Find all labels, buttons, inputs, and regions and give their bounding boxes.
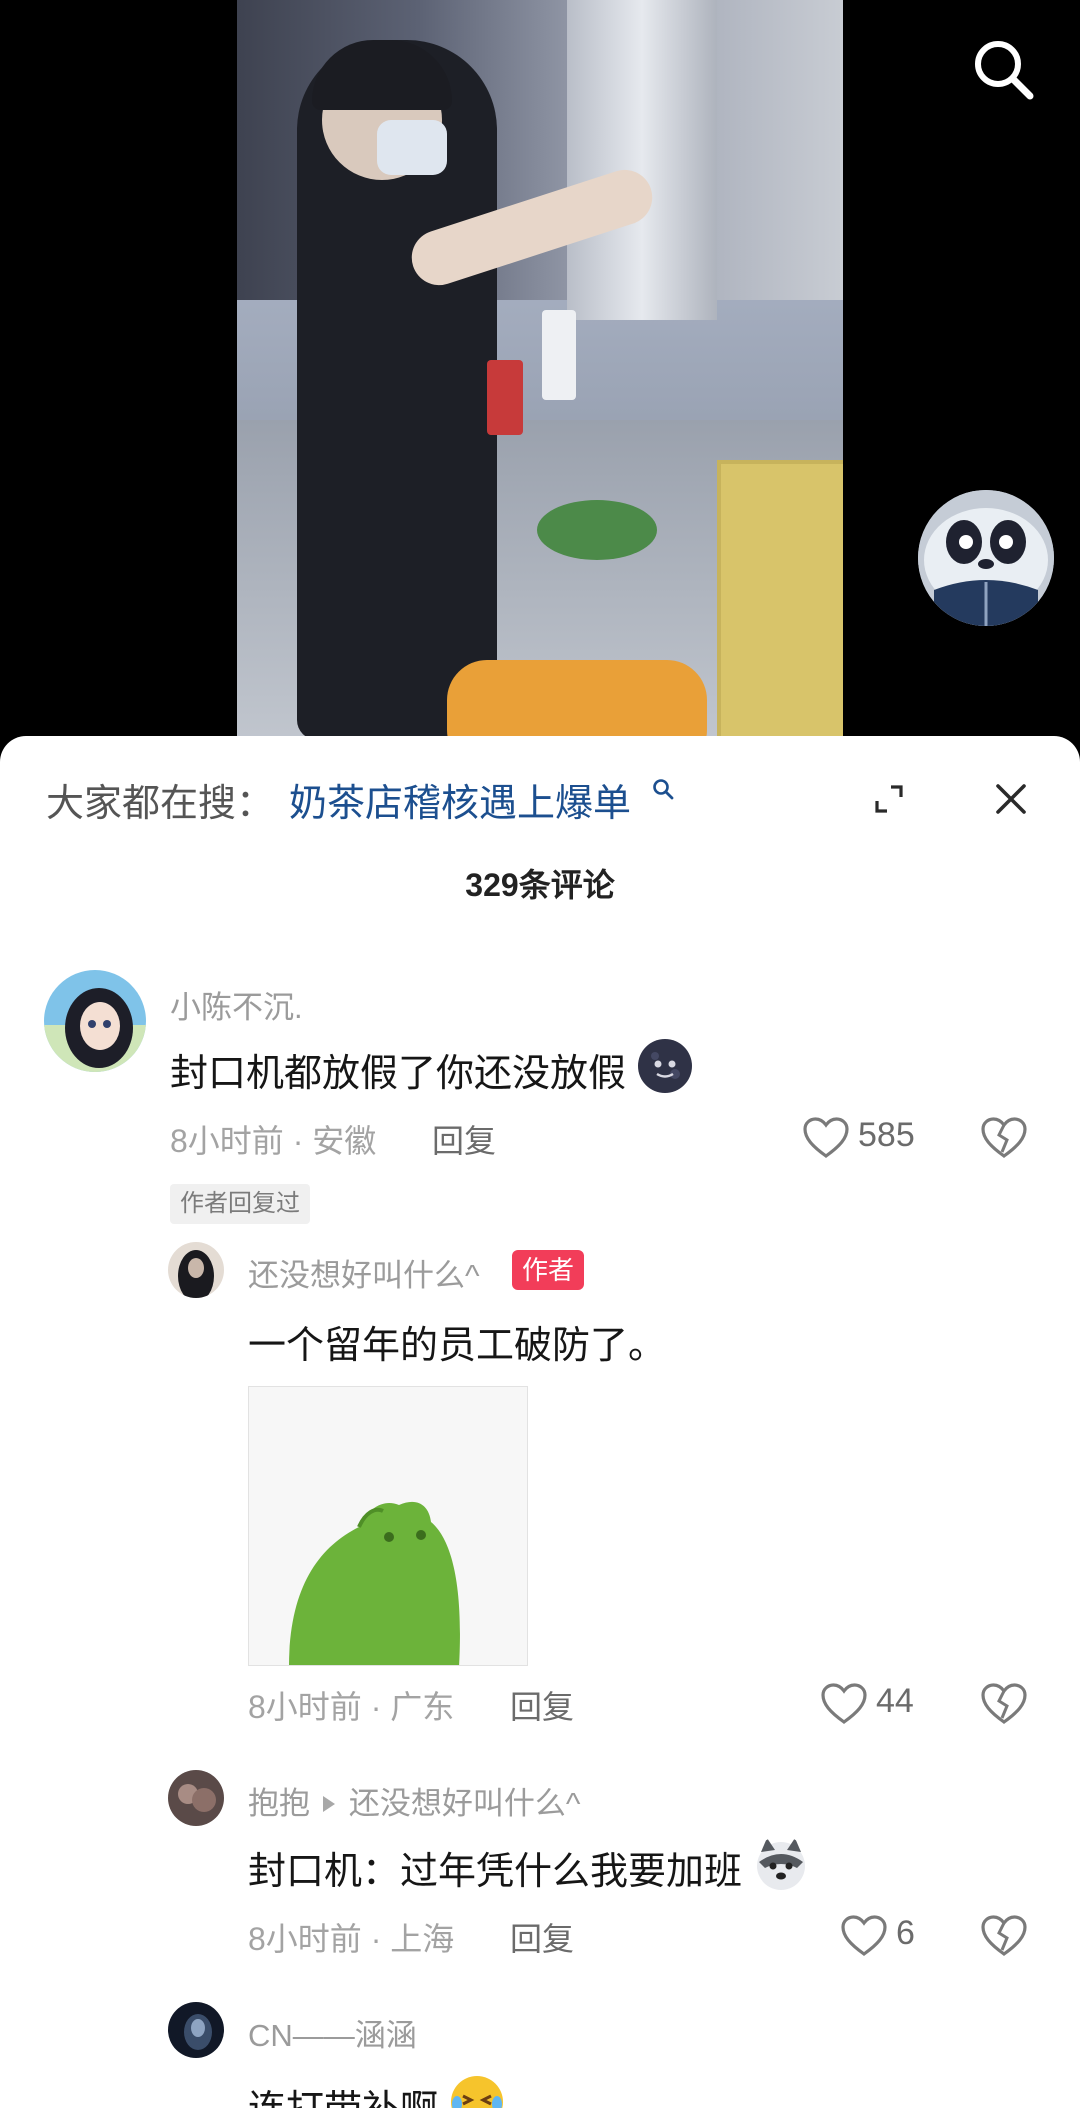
avatar[interactable] <box>44 970 146 1072</box>
comment-text: 封口机都放假了你还没放假 <box>170 1038 693 1097</box>
author-replied-badge: 作者回复过 <box>170 1184 310 1224</box>
dislike-icon[interactable] <box>980 1682 1028 1726</box>
expand-icon[interactable] <box>868 778 910 820</box>
moon-emoji-icon <box>637 1039 692 1093</box>
heart-icon[interactable] <box>802 1116 850 1160</box>
heart-icon[interactable] <box>820 1682 868 1726</box>
hot-search-prefix: 大家都在搜： <box>46 783 275 825</box>
author-badge: 作者 <box>512 1250 585 1290</box>
reply-header: 抱抱 还没想好叫什么^ <box>248 1778 580 1823</box>
video-player[interactable] <box>237 0 843 760</box>
video-tray <box>717 460 843 760</box>
comment-sheet: 大家都在搜： 奶茶店稽核遇上爆单 329条评论 小陈不沉. 封口机都放假了你还没… <box>0 736 1080 2108</box>
like-count: 44 <box>876 1682 914 1720</box>
search-icon[interactable] <box>968 34 1038 104</box>
comment-meta: 8小时前 · 安徽 <box>170 1123 377 1159</box>
search-icon <box>653 779 674 800</box>
frog-sticker-image[interactable] <box>248 1386 528 1666</box>
reply-username[interactable]: CN——涵涵 <box>248 2010 417 2055</box>
video-mask <box>377 120 447 175</box>
dislike-icon[interactable] <box>980 1914 1028 1958</box>
reply-meta: 8小时前 · 上海 <box>248 1921 455 1957</box>
reply-to-username[interactable]: 还没想好叫什么^ <box>349 1786 581 1821</box>
laughing-emoji-icon <box>450 2076 503 2108</box>
reply-text-content: 连打带补啊 <box>248 2089 438 2108</box>
close-icon[interactable] <box>990 778 1032 820</box>
video-cup-red <box>487 360 523 435</box>
reply-username[interactable]: 还没想好叫什么^ <box>248 1250 480 1295</box>
avatar[interactable] <box>168 1242 224 1298</box>
comment-text-content: 封口机都放假了你还没放假 <box>170 1053 627 1095</box>
avatar[interactable] <box>168 2002 224 2058</box>
app-root: 大家都在搜： 奶茶店稽核遇上爆单 329条评论 小陈不沉. 封口机都放假了你还没… <box>0 0 1080 2108</box>
play-arrow-icon <box>323 1796 336 1812</box>
reply-text: 封口机：过年凭什么我要加班 <box>248 1836 809 1895</box>
reply-username[interactable]: 抱抱 <box>248 1786 310 1821</box>
reply-button[interactable]: 回复 <box>510 1914 574 1960</box>
reply-button[interactable]: 回复 <box>432 1116 496 1162</box>
reply-meta: 8小时前 · 广东 <box>248 1689 455 1725</box>
comment-username[interactable]: 小陈不沉. <box>170 982 303 1027</box>
avatar[interactable] <box>168 1770 224 1826</box>
comment-count: 329条评论 <box>465 867 615 903</box>
like-count: 585 <box>858 1116 915 1154</box>
dislike-icon[interactable] <box>980 1116 1028 1160</box>
reply-text: 连打带补啊 <box>248 2074 505 2108</box>
video-cup <box>542 310 576 400</box>
heart-icon[interactable] <box>840 1914 888 1958</box>
panda-avatar-icon[interactable] <box>918 490 1054 626</box>
like-count: 6 <box>896 1914 915 1952</box>
video-leaf <box>537 500 657 560</box>
reply-text-content: 封口机：过年凭什么我要加班 <box>248 1851 743 1893</box>
video-machine <box>567 0 717 320</box>
husky-emoji-icon <box>756 1838 805 1890</box>
reply-button[interactable]: 回复 <box>510 1682 574 1728</box>
sheet-header: 大家都在搜： 奶茶店稽核遇上爆单 <box>0 736 1080 862</box>
hot-search-term[interactable]: 奶茶店稽核遇上爆单 <box>289 772 631 827</box>
reply-text: 一个留年的员工破防了。 <box>248 1325 667 1367</box>
